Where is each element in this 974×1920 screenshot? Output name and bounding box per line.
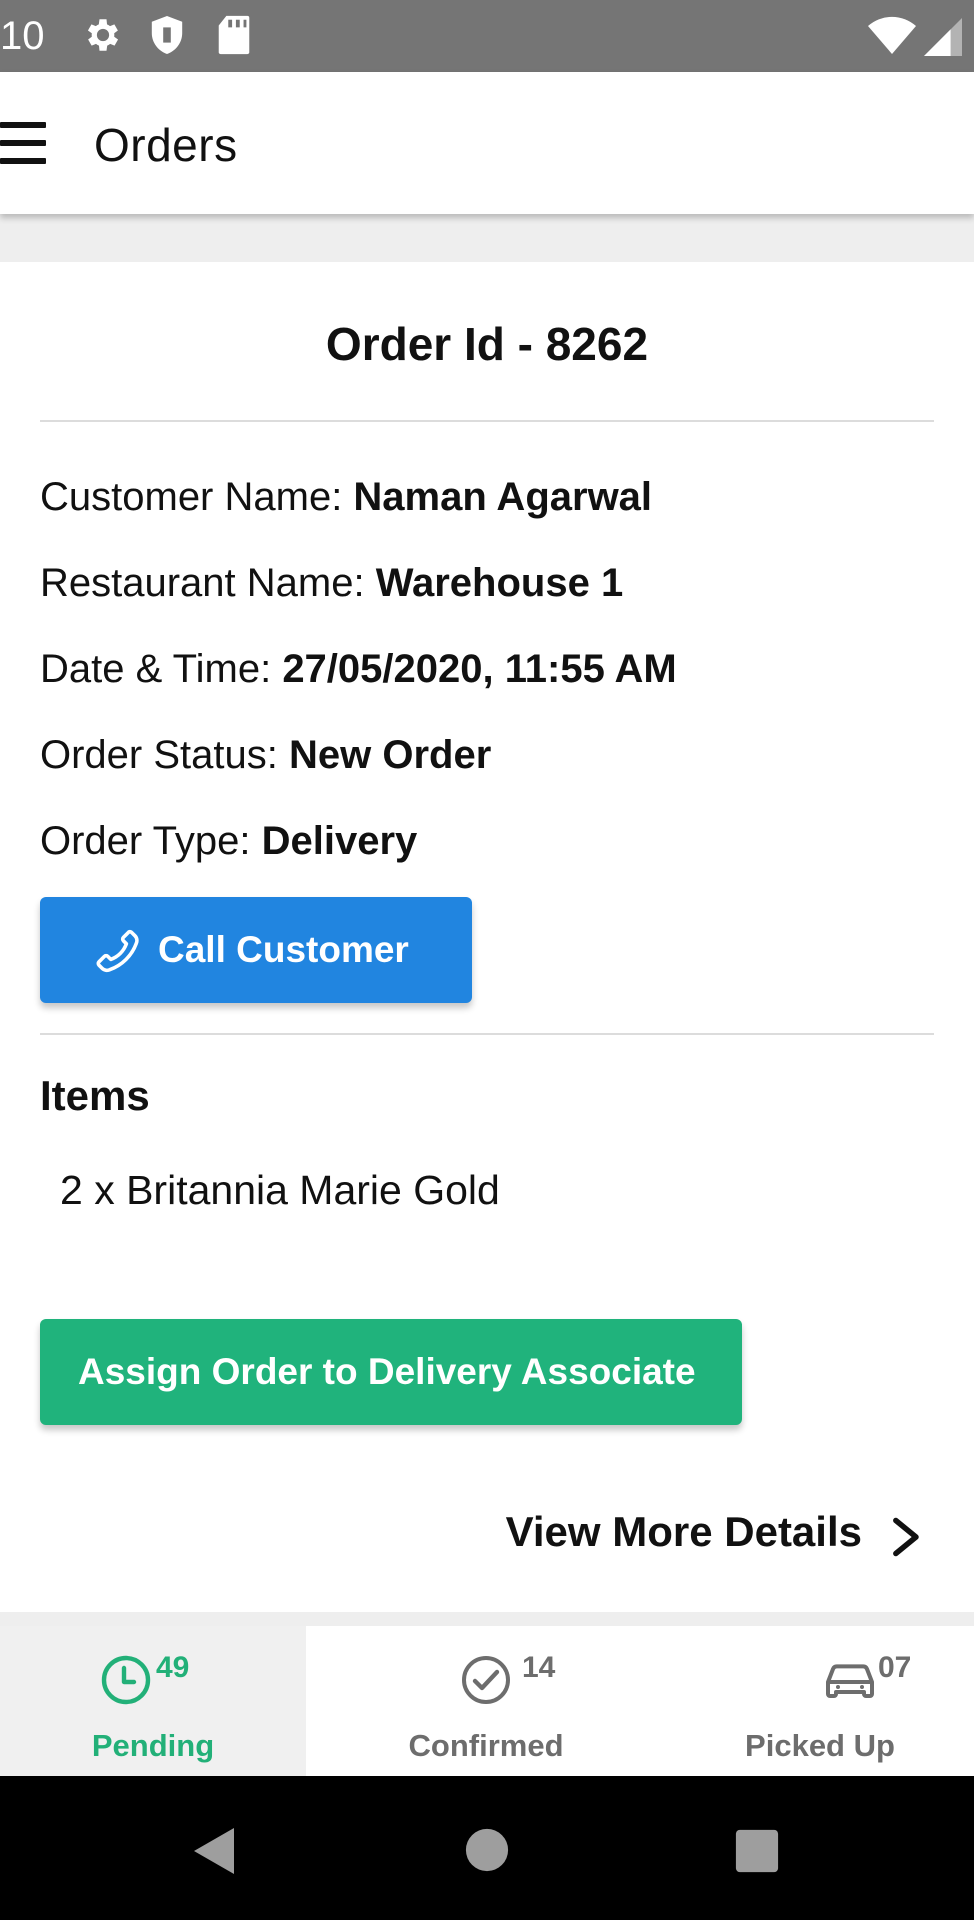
phone-icon: [96, 929, 139, 973]
system-nav-bar: [0, 1776, 974, 1920]
section-spacer: [0, 214, 974, 262]
order-status-label: Order Status:: [40, 733, 289, 777]
shield-icon: [151, 16, 183, 54]
assign-delivery-associate-button[interactable]: Assign Order to Delivery Associate: [40, 1319, 742, 1425]
assign-button-label: Assign Order to Delivery Associate: [78, 1351, 696, 1392]
tab-picked-up-label: Picked Up: [745, 1728, 895, 1763]
view-more-label: View More Details: [505, 1508, 862, 1555]
date-time-value: 27/05/2020, 11:55 AM: [282, 647, 677, 691]
check-circle-icon: [462, 1656, 510, 1704]
picked-up-count-badge: 07: [878, 1651, 912, 1684]
car-icon: [826, 1664, 874, 1698]
clock-icon: [101, 1655, 151, 1705]
order-type-label: Order Type:: [40, 819, 262, 863]
tab-picked-up[interactable]: 07 Picked Up: [666, 1626, 974, 1776]
date-time-row: Date & Time: 27/05/2020, 11:55 AM: [40, 644, 677, 694]
view-more-details-link[interactable]: View More Details: [506, 1502, 924, 1562]
list-item: 2 x Britannia Marie Gold: [60, 1167, 500, 1213]
customer-name-row: Customer Name: Naman Agarwal: [40, 472, 652, 522]
status-time: 10: [0, 14, 45, 58]
restaurant-name-value: Warehouse 1: [375, 561, 624, 605]
order-id-title: Order Id - 8262: [325, 318, 649, 370]
order-type-row: Order Type: Delivery: [40, 816, 417, 866]
order-status-value: New Order: [288, 733, 492, 777]
settings-icon: [87, 19, 119, 51]
wifi-icon: [868, 16, 916, 54]
customer-name-label: Customer Name:: [40, 475, 354, 519]
confirmed-count-badge: 14: [522, 1651, 556, 1684]
page-title: Orders: [94, 119, 238, 171]
restaurant-name-row: Restaurant Name: Warehouse 1: [40, 558, 623, 608]
recents-icon[interactable]: [734, 1828, 780, 1874]
order-type-value: Delivery: [261, 819, 418, 863]
tab-pending[interactable]: 49 Pending: [0, 1626, 306, 1776]
app-bar: Orders: [0, 72, 974, 214]
order-status-row: Order Status: New Order: [40, 730, 491, 780]
customer-name-value: Naman Agarwal: [353, 475, 653, 519]
back-icon[interactable]: [190, 1826, 238, 1876]
divider: [40, 1033, 934, 1035]
home-icon[interactable]: [464, 1827, 510, 1873]
divider: [40, 420, 934, 422]
status-bar: 10: [0, 0, 974, 72]
hamburger-menu-icon[interactable]: [0, 120, 48, 166]
sd-card-icon: [218, 15, 250, 55]
date-time-label: Date & Time:: [40, 647, 283, 691]
tab-confirmed-label: Confirmed: [408, 1728, 564, 1763]
tabbar-separator: [0, 1612, 974, 1626]
items-heading: Items: [40, 1072, 150, 1119]
chevron-right-icon: [893, 1517, 919, 1557]
call-customer-label: Call Customer: [158, 929, 409, 970]
tab-pending-label: Pending: [91, 1728, 215, 1763]
signal-icon: [924, 18, 962, 56]
tab-confirmed[interactable]: 14 Confirmed: [306, 1626, 666, 1776]
restaurant-name-label: Restaurant Name:: [40, 561, 376, 605]
bottom-tab-bar: 49 Pending 14 Confirmed 07 Picked Up: [0, 1626, 974, 1776]
call-customer-button[interactable]: Call Customer: [40, 897, 472, 1003]
pending-count-badge: 49: [156, 1651, 190, 1684]
